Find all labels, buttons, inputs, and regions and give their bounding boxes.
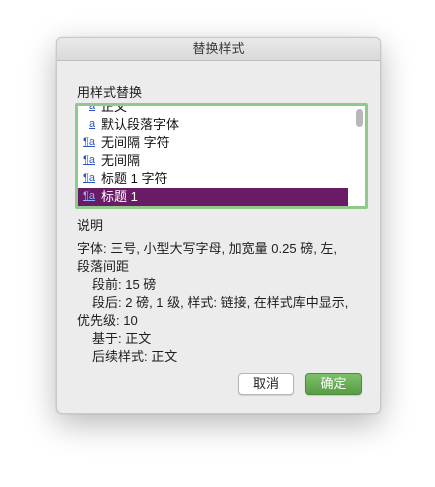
description-label: 说明 <box>77 218 104 233</box>
ok-button[interactable]: 确定 <box>305 373 362 395</box>
style-list-item-label: 无间隔 字符 <box>101 135 170 150</box>
style-description: 字体: 三号, 小型大写字母, 加宽量 0.25 磅, 左, 段落间距 段前: … <box>77 240 367 366</box>
description-based-on: 基于: 正文 <box>92 331 152 346</box>
linked-style-icon: ¶a <box>83 136 96 148</box>
replace-with-style-label: 用样式替换 <box>77 85 143 100</box>
character-style-icon: a <box>89 118 96 130</box>
list-scrollbar[interactable] <box>356 109 363 127</box>
style-list-item[interactable]: a 正文 <box>78 103 348 116</box>
style-list-item-label: 标题 1 字符 <box>101 171 168 186</box>
description-space-before: 段前: 15 磅 <box>92 277 157 292</box>
description-font-line: 字体: 三号, 小型大写字母, 加宽量 0.25 磅, 左, <box>77 241 338 256</box>
style-list-item[interactable]: ¶a 标题 1 <box>78 188 348 206</box>
linked-style-icon: ¶a <box>83 190 96 202</box>
cancel-button[interactable]: 取消 <box>238 373 294 395</box>
description-priority: 优先级: 10 <box>77 313 138 328</box>
style-list[interactable]: a 正文 a 默认段落字体 ¶a 无间隔 字符 ¶a 无间隔 ¶a 标题 1 字符 ¶a 标题 1 <box>75 103 368 209</box>
style-list-item-label: 默认段落字体 <box>101 117 180 132</box>
style-list-item[interactable]: ¶a 无间隔 字符 <box>78 134 348 152</box>
replace-style-dialog: 替换样式 用样式替换 a 正文 a 默认段落字体 ¶a 无间隔 字符 ¶a 无间隔 ¶a 标题 1… <box>56 37 381 414</box>
description-next-style: 后续样式: 正文 <box>92 349 178 364</box>
style-list-item-label: 无间隔 <box>101 153 141 168</box>
style-list-item-label: 正文 <box>101 103 128 114</box>
style-list-item-label: 标题 1 <box>101 189 138 204</box>
style-list-item[interactable]: ¶a 无间隔 <box>78 152 348 170</box>
style-list-item[interactable]: a 默认段落字体 <box>78 116 348 134</box>
description-spacing-line: 段落间距 <box>77 259 130 274</box>
linked-style-icon: ¶a <box>83 154 96 166</box>
character-style-icon: a <box>89 103 96 112</box>
linked-style-icon: ¶a <box>83 172 96 184</box>
dialog-title: 替换样式 <box>57 38 380 61</box>
style-list-item[interactable]: ¶a 标题 1 字符 <box>78 170 348 188</box>
description-space-after: 段后: 2 磅, 1 级, 样式: 链接, 在样式库中显示, <box>92 295 349 310</box>
